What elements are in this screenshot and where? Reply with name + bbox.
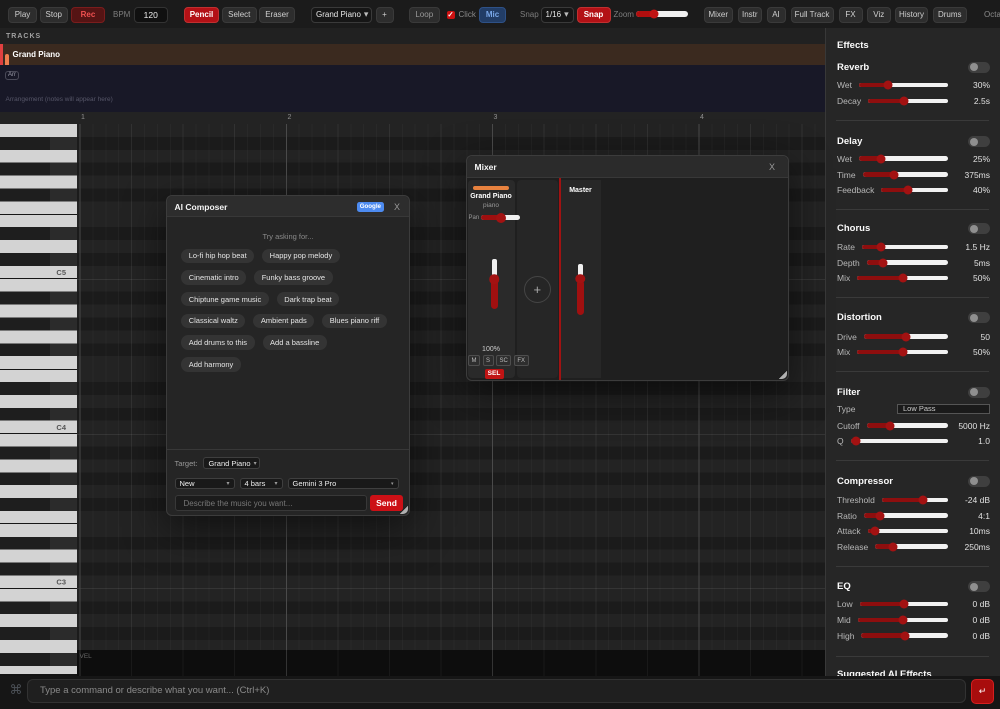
- svg-text:C5: C5: [56, 268, 66, 277]
- svg-text:C3: C3: [56, 578, 66, 587]
- svg-text:C4: C4: [56, 423, 66, 432]
